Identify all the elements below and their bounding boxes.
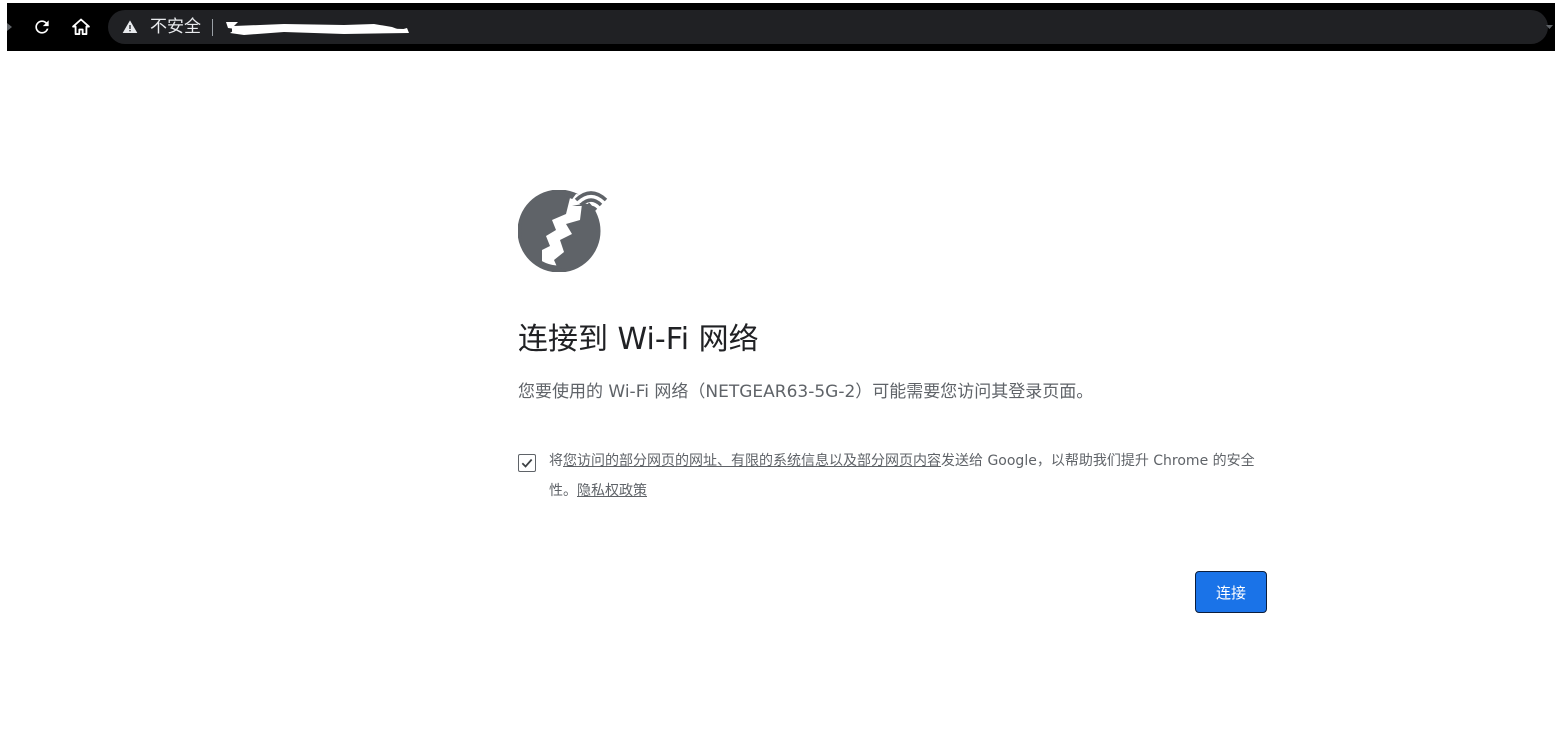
report-details-link[interactable]: 您访问的部分网页的网址、有限的系统信息以及部分网页内容 [563, 453, 941, 469]
optin-prefix: 将 [549, 453, 563, 469]
url-redaction-scribble [226, 22, 409, 35]
omnibox-divider [212, 19, 213, 36]
page-heading: 连接到 Wi-Fi 网络 [518, 322, 759, 357]
home-button[interactable] [68, 14, 94, 40]
connect-button[interactable]: 连接 [1195, 571, 1267, 613]
privacy-policy-link[interactable]: 隐私权政策 [577, 483, 647, 499]
browser-toolbar: 不安全 [7, 3, 1555, 51]
browser-window: 不安全 连接到 Wi-Fi 网络 您要使用的 Wi-Fi 网络（NETGEAR6… [0, 0, 1555, 734]
wifi-globe-icon [518, 190, 608, 272]
reload-icon [35, 20, 49, 34]
home-icon [72, 18, 90, 35]
security-status-label[interactable]: 不安全 [150, 17, 201, 37]
checkmark-icon [521, 458, 533, 468]
optin-checkbox[interactable] [518, 454, 536, 472]
page-description: 您要使用的 Wi-Fi 网络（NETGEAR63-5G-2）可能需要您访问其登录… [518, 382, 1094, 402]
reload-button[interactable] [29, 14, 55, 40]
address-bar[interactable]: 不安全 [108, 10, 1548, 44]
tab-strip-edge [7, 23, 12, 31]
optin-text: 将您访问的部分网页的网址、有限的系统信息以及部分网页内容发送给 Google，以… [549, 446, 1259, 506]
warning-triangle-icon[interactable] [122, 19, 138, 35]
